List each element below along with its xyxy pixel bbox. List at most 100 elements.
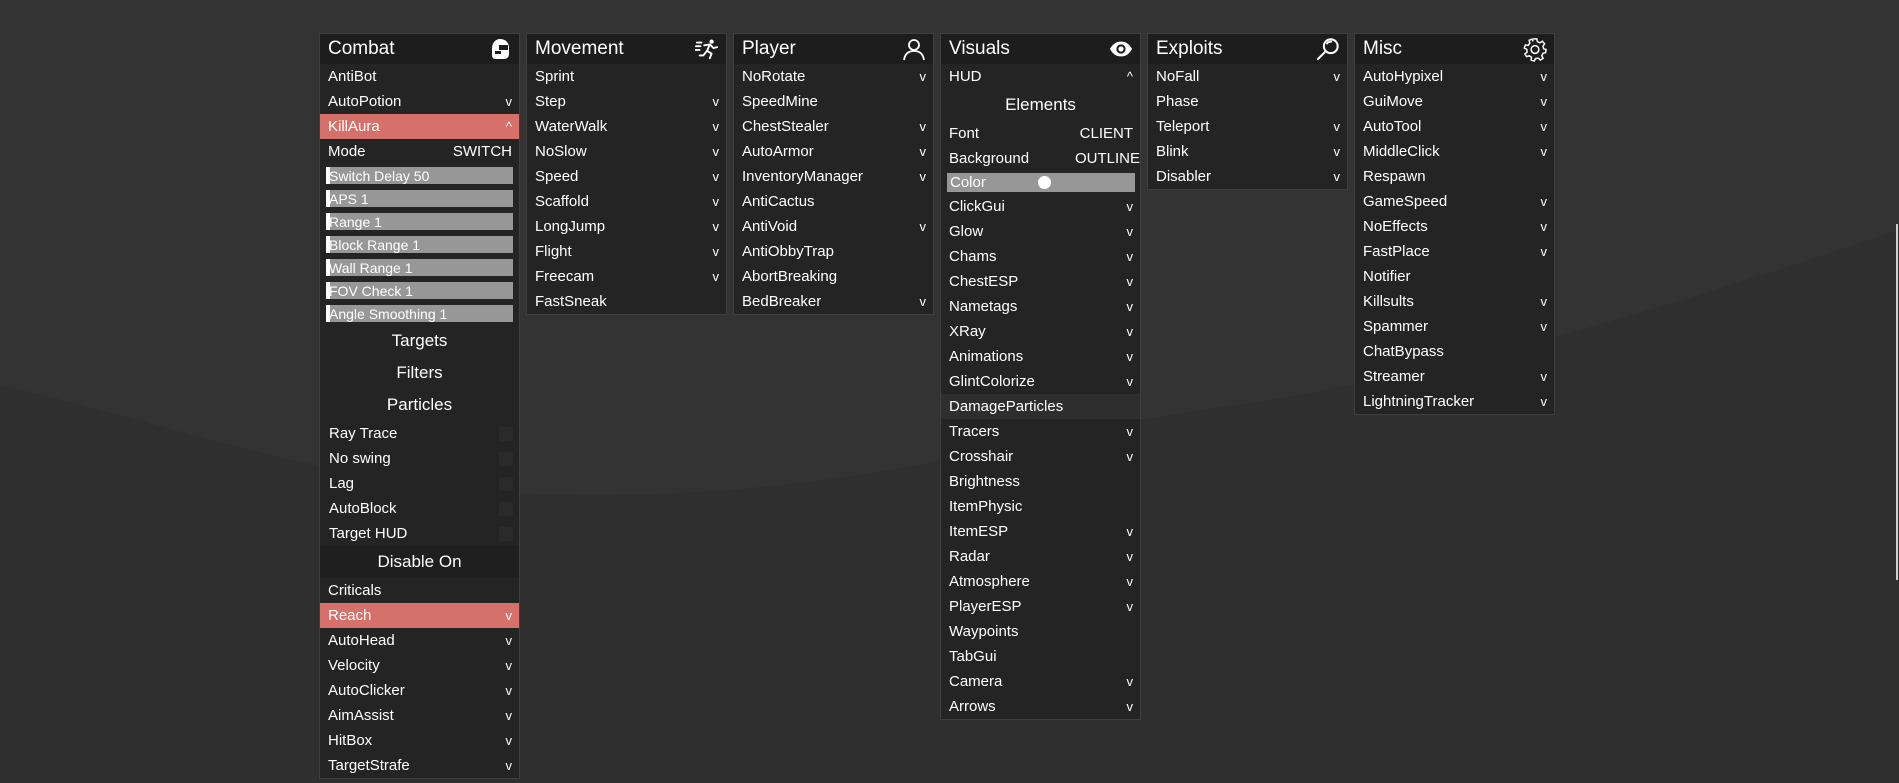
module-middleclick[interactable]: MiddleClick v [1355,139,1554,164]
misc-header[interactable]: Misc [1355,34,1554,64]
slider-track[interactable]: Wall Range 1 [326,259,513,276]
expand-arrow[interactable]: v [506,683,513,698]
module-freecam[interactable]: Freecam v [527,264,726,289]
expand-arrow[interactable]: v [1127,549,1134,564]
checkbox[interactable] [499,526,513,541]
movement-header[interactable]: Movement [527,34,726,64]
combat-header[interactable]: Combat [320,34,519,64]
exploits-header[interactable]: Exploits [1148,34,1347,64]
expand-arrow[interactable]: v [1127,599,1134,614]
module-criticals[interactable]: Criticals [320,578,519,603]
option-no-swing[interactable]: No swing [320,446,519,471]
collapse-arrow[interactable]: ^ [1127,69,1133,84]
setting-value[interactable]: OUTLINE [1075,150,1140,167]
slider-track[interactable]: FOV Check 1 [326,282,513,299]
module-noeffects[interactable]: NoEffects v [1355,214,1554,239]
elements-section[interactable]: Elements [941,89,1140,121]
module-notifier[interactable]: Notifier [1355,264,1554,289]
module-disabler[interactable]: Disabler v [1148,164,1347,189]
expand-arrow[interactable]: v [920,294,927,309]
module-glintcolorize[interactable]: GlintColorize v [941,369,1140,394]
expand-arrow[interactable]: v [1541,294,1548,309]
module-glow[interactable]: Glow v [941,219,1140,244]
module-radar[interactable]: Radar v [941,544,1140,569]
module-phase[interactable]: Phase [1148,89,1347,114]
color-knob[interactable] [1038,176,1051,189]
module-reach[interactable]: Reach v [320,603,519,628]
module-anticactus[interactable]: AntiCactus [734,189,933,214]
expand-arrow[interactable]: v [506,658,513,673]
module-itemphysic[interactable]: ItemPhysic [941,494,1140,519]
checkbox[interactable] [499,501,513,516]
expand-arrow[interactable]: v [506,94,513,109]
module-antibot[interactable]: AntiBot [320,64,519,89]
font-setting[interactable]: Font CLIENT [941,121,1140,146]
expand-arrow[interactable]: v [713,144,720,159]
module-spammer[interactable]: Spammer v [1355,314,1554,339]
module-respawn[interactable]: Respawn [1355,164,1554,189]
module-hud[interactable]: HUD ^ [941,64,1140,89]
expand-arrow[interactable]: v [1334,119,1341,134]
slider-aps[interactable]: APS 1 [320,187,519,210]
module-clickgui[interactable]: ClickGui v [941,194,1140,219]
module-brightness[interactable]: Brightness [941,469,1140,494]
expand-arrow[interactable]: v [1127,524,1134,539]
expand-arrow[interactable]: v [1127,699,1134,714]
scrollbar[interactable] [1896,224,1898,580]
module-autopotion[interactable]: AutoPotion v [320,89,519,114]
module-norotate[interactable]: NoRotate v [734,64,933,89]
expand-arrow[interactable]: v [1127,274,1134,289]
module-autotool[interactable]: AutoTool v [1355,114,1554,139]
module-abortbreaking[interactable]: AbortBreaking [734,264,933,289]
module-hitbox[interactable]: HitBox v [320,728,519,753]
slider-track[interactable]: Block Range 1 [326,236,513,253]
expand-arrow[interactable]: v [1541,94,1548,109]
module-blink[interactable]: Blink v [1148,139,1347,164]
expand-arrow[interactable]: v [1127,449,1134,464]
expand-arrow[interactable]: v [1541,219,1548,234]
particles-section[interactable]: Particles [320,389,519,421]
expand-arrow[interactable]: v [1127,374,1134,389]
expand-arrow[interactable]: v [713,269,720,284]
module-xray[interactable]: XRay v [941,319,1140,344]
module-tabgui[interactable]: TabGui [941,644,1140,669]
module-tracers[interactable]: Tracers v [941,419,1140,444]
module-antiobbytrap[interactable]: AntiObbyTrap [734,239,933,264]
module-nofall[interactable]: NoFall v [1148,64,1347,89]
expand-arrow[interactable]: v [1127,674,1134,689]
module-killsults[interactable]: Killsults v [1355,289,1554,314]
disable-on-section[interactable]: Disable On [320,546,519,578]
module-noslow[interactable]: NoSlow v [527,139,726,164]
expand-arrow[interactable]: v [713,194,720,209]
option-autoblock[interactable]: AutoBlock [320,496,519,521]
module-autoclicker[interactable]: AutoClicker v [320,678,519,703]
expand-arrow[interactable]: v [1334,169,1341,184]
module-gamespeed[interactable]: GameSpeed v [1355,189,1554,214]
slider-track[interactable]: Range 1 [326,213,513,230]
expand-arrow[interactable]: v [506,758,513,773]
checkbox[interactable] [499,451,513,466]
slider-switch-delay[interactable]: Switch Delay 50 [320,164,519,187]
option-ray-trace[interactable]: Ray Trace [320,421,519,446]
expand-arrow[interactable]: v [1541,319,1548,334]
module-killaura[interactable]: KillAura ^ [320,114,519,139]
module-damageparticles[interactable]: DamageParticles [941,394,1140,419]
mode-setting[interactable]: Mode SWITCH [320,139,519,164]
module-nametags[interactable]: Nametags v [941,294,1140,319]
expand-arrow[interactable]: v [1541,194,1548,209]
collapse-arrow[interactable]: ^ [506,119,512,134]
module-playeresp[interactable]: PlayerESP v [941,594,1140,619]
module-itemesp[interactable]: ItemESP v [941,519,1140,544]
expand-arrow[interactable]: v [1127,199,1134,214]
expand-arrow[interactable]: v [1334,69,1341,84]
expand-arrow[interactable]: v [713,169,720,184]
expand-arrow[interactable]: v [920,69,927,84]
module-waterwalk[interactable]: WaterWalk v [527,114,726,139]
expand-arrow[interactable]: v [506,708,513,723]
visuals-header[interactable]: Visuals [941,34,1140,64]
slider-track[interactable]: APS 1 [326,190,513,207]
checkbox[interactable] [499,476,513,491]
setting-value[interactable]: CLIENT [1080,125,1133,142]
expand-arrow[interactable]: v [1127,574,1134,589]
expand-arrow[interactable]: v [1541,244,1548,259]
